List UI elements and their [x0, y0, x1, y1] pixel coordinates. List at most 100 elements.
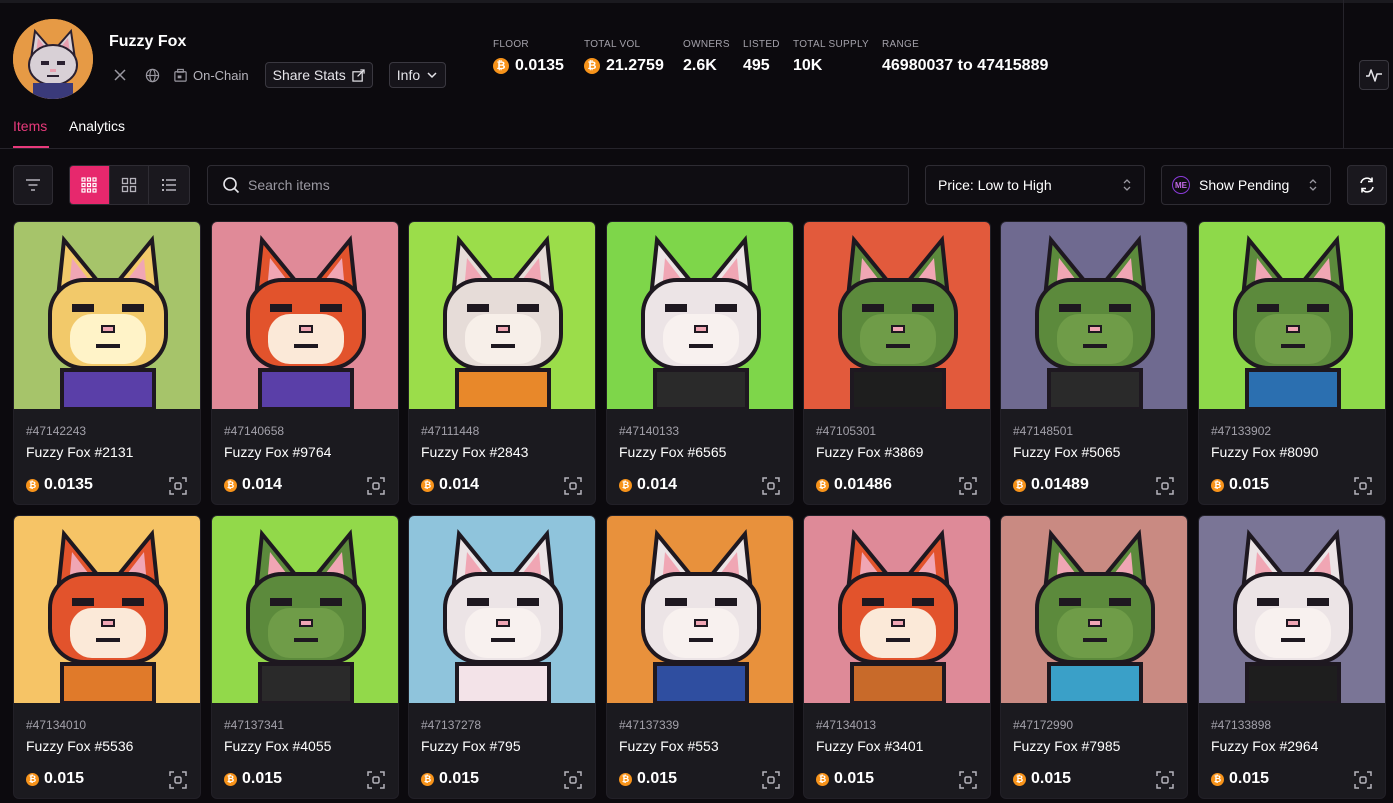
view-details-icon[interactable] [761, 476, 781, 496]
stat-listed: LISTED 495 [743, 39, 780, 75]
item-inscription-id: #47111448 [421, 424, 480, 438]
item-card[interactable]: #47134010 Fuzzy Fox #5536 ₿ 0.015 [13, 515, 201, 799]
stat-value: 495 [743, 57, 770, 74]
bitcoin-icon: ₿ [224, 478, 237, 492]
item-card[interactable]: #47133902 Fuzzy Fox #8090 ₿ 0.015 [1198, 221, 1386, 505]
grid-small-icon [81, 177, 97, 193]
bitcoin-icon: ₿ [26, 478, 39, 492]
activity-icon [1366, 69, 1382, 82]
item-price-value: 0.015 [834, 770, 875, 787]
view-details-icon[interactable] [761, 770, 781, 790]
view-details-icon[interactable] [1353, 476, 1373, 496]
share-stats-button[interactable]: Share Stats [264, 62, 373, 88]
onchain-label: On-Chain [193, 67, 249, 83]
refresh-button[interactable] [1347, 165, 1387, 205]
item-card[interactable]: #47140133 Fuzzy Fox #6565 ₿ 0.014 [606, 221, 794, 505]
x-twitter-icon[interactable] [109, 64, 131, 86]
item-image [607, 516, 793, 703]
onchain-icon [174, 68, 187, 82]
item-price-value: 0.014 [637, 476, 678, 493]
item-inscription-id: #47133902 [1211, 424, 1272, 438]
item-inscription-id: #47172990 [1013, 718, 1074, 732]
item-name: Fuzzy Fox #5536 [26, 738, 134, 754]
chevron-updown-icon [1123, 179, 1131, 191]
item-price-value: 0.014 [242, 476, 283, 493]
view-details-icon[interactable] [366, 476, 386, 496]
item-price: ₿ 0.014 [421, 476, 479, 494]
view-details-icon[interactable] [1155, 770, 1175, 790]
item-card[interactable]: #47137278 Fuzzy Fox #795 ₿ 0.015 [408, 515, 596, 799]
item-price-value: 0.015 [242, 770, 283, 787]
item-card[interactable]: #47133898 Fuzzy Fox #2964 ₿ 0.015 [1198, 515, 1386, 799]
item-name: Fuzzy Fox #7985 [1013, 738, 1121, 754]
item-price-value: 0.015 [1229, 476, 1270, 493]
view-details-icon[interactable] [168, 476, 188, 496]
stat-value: 21.2759 [606, 57, 664, 74]
item-price-value: 0.01489 [1031, 476, 1089, 493]
stat-label: TOTAL SUPPLY [793, 39, 870, 50]
item-name: Fuzzy Fox #8090 [1211, 444, 1319, 460]
show-pending-label: Show Pending [1199, 177, 1290, 193]
tab-analytics[interactable]: Analytics [69, 118, 125, 134]
tab-items[interactable]: Items [13, 118, 47, 134]
bitcoin-icon: ₿ [224, 772, 237, 786]
item-image [212, 222, 398, 409]
view-details-icon[interactable] [1155, 476, 1175, 496]
refresh-icon [1360, 177, 1374, 193]
globe-icon[interactable] [141, 64, 163, 86]
item-name: Fuzzy Fox #3869 [816, 444, 924, 460]
view-details-icon[interactable] [563, 770, 583, 790]
view-details-icon[interactable] [958, 476, 978, 496]
item-image [14, 222, 200, 409]
filter-icon [26, 179, 40, 191]
view-large-grid-button[interactable] [110, 166, 150, 204]
item-card[interactable]: #47137341 Fuzzy Fox #4055 ₿ 0.015 [211, 515, 399, 799]
view-details-icon[interactable] [563, 476, 583, 496]
bitcoin-icon: ₿ [619, 478, 632, 492]
item-price: ₿ 0.01489 [1013, 476, 1089, 494]
bitcoin-icon: ₿ [493, 58, 509, 74]
item-price-value: 0.014 [439, 476, 480, 493]
item-card[interactable]: #47105301 Fuzzy Fox #3869 ₿ 0.01486 [803, 221, 991, 505]
item-image [1199, 222, 1385, 409]
grid-large-icon [121, 177, 137, 193]
item-inscription-id: #47105301 [816, 424, 877, 438]
stat-floor: FLOOR ₿ 0.0135 [493, 39, 564, 75]
item-image [804, 516, 990, 703]
sort-value: Price: Low to High [938, 177, 1052, 193]
view-mode-group [69, 165, 190, 205]
item-image [1001, 222, 1187, 409]
item-name: Fuzzy Fox #4055 [224, 738, 332, 754]
item-price-value: 0.015 [439, 770, 480, 787]
filter-button[interactable] [13, 165, 53, 205]
item-image [409, 516, 595, 703]
item-image [607, 222, 793, 409]
bitcoin-icon: ₿ [26, 772, 39, 786]
item-price-value: 0.015 [637, 770, 678, 787]
item-price-value: 0.0135 [44, 476, 93, 493]
item-card[interactable]: #47137339 Fuzzy Fox #553 ₿ 0.015 [606, 515, 794, 799]
item-card[interactable]: #47111448 Fuzzy Fox #2843 ₿ 0.014 [408, 221, 596, 505]
item-card[interactable]: #47142243 Fuzzy Fox #2131 ₿ 0.0135 [13, 221, 201, 505]
view-compact-grid-button[interactable] [70, 166, 110, 204]
view-details-icon[interactable] [168, 770, 188, 790]
bitcoin-icon: ₿ [816, 478, 829, 492]
view-details-icon[interactable] [958, 770, 978, 790]
search-input[interactable] [248, 177, 848, 193]
chevron-down-icon [427, 72, 437, 79]
sort-select[interactable]: Price: Low to High [925, 165, 1145, 205]
bitcoin-icon: ₿ [584, 58, 600, 74]
item-card[interactable]: #47134013 Fuzzy Fox #3401 ₿ 0.015 [803, 515, 991, 799]
item-card[interactable]: #47172990 Fuzzy Fox #7985 ₿ 0.015 [1000, 515, 1188, 799]
chevron-updown-icon [1309, 179, 1317, 191]
item-card[interactable]: #47148501 Fuzzy Fox #5065 ₿ 0.01489 [1000, 221, 1188, 505]
view-list-button[interactable] [149, 166, 189, 204]
info-dropdown[interactable]: Info [388, 62, 447, 88]
item-card[interactable]: #47140658 Fuzzy Fox #9764 ₿ 0.014 [211, 221, 399, 505]
view-details-icon[interactable] [1353, 770, 1373, 790]
show-pending-select[interactable]: ME Show Pending [1161, 165, 1331, 205]
magic-eden-icon: ME [1172, 176, 1190, 194]
stat-owners: OWNERS 2.6K [683, 39, 730, 75]
view-details-icon[interactable] [366, 770, 386, 790]
activity-toggle-button[interactable] [1359, 60, 1389, 90]
